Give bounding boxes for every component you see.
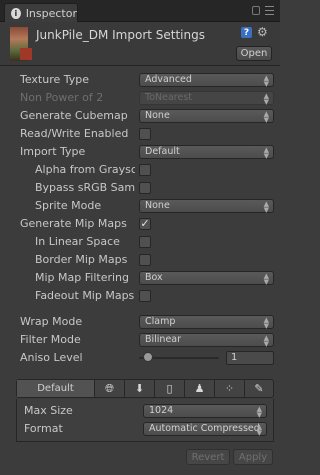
non-power-of-2-value: ToNearest: [145, 92, 192, 103]
read-write-checkbox[interactable]: [139, 128, 151, 140]
non-power-of-2-row: Non Power of 2 ToNearest ▲ ▼: [0, 89, 280, 107]
format-row: Format Automatic Compressed ▲ ▼: [17, 420, 275, 438]
fadeout-mip-maps-row: Fadeout Mip Maps: [0, 287, 280, 305]
updown-arrow-icon: ▲ ▼: [256, 423, 262, 437]
texture-type-dropdown[interactable]: Advanced ▲ ▼: [139, 73, 274, 88]
platform-tabs: Default 🌐︎ ⬇ ▯ ♟ ⁘ ✎: [16, 379, 274, 398]
format-dropdown[interactable]: Automatic Compressed ▲ ▼: [143, 422, 267, 437]
aniso-level-slider-thumb[interactable]: [143, 352, 153, 362]
inspector-tab[interactable]: i Inspector: [4, 3, 78, 22]
wrap-mode-value: Clamp: [145, 316, 176, 327]
texture-type-row: Texture Type Advanced ▲ ▼: [0, 71, 280, 89]
updown-arrow-icon: ▲ ▼: [263, 110, 269, 124]
inspector-tabbar: i Inspector: [0, 0, 280, 22]
generate-cubemap-row: Generate Cubemap None ▲ ▼: [0, 107, 280, 125]
import-type-row: Import Type Default ▲ ▼: [0, 143, 280, 161]
platform-settings-panel: Max Size 1024 ▲ ▼ Format Automatic Compre…: [16, 399, 274, 442]
aniso-level-label: Aniso Level: [20, 351, 83, 364]
sprite-mode-value: None: [145, 200, 170, 211]
format-value: Automatic Compressed: [149, 423, 260, 434]
generate-mip-maps-checkbox[interactable]: ✓: [139, 218, 151, 230]
mip-map-filtering-value: Box: [145, 272, 163, 283]
wrap-mode-row: Wrap Mode Clamp ▲ ▼: [0, 313, 280, 331]
phone-icon[interactable]: ▯: [155, 380, 185, 397]
max-size-dropdown[interactable]: 1024 ▲ ▼: [143, 404, 267, 419]
fadeout-mip-maps-label: Fadeout Mip Maps: [35, 289, 135, 302]
generate-cubemap-label: Generate Cubemap: [20, 109, 128, 122]
mip-map-filtering-dropdown[interactable]: Box ▲ ▼: [139, 271, 274, 286]
updown-arrow-icon: ▲ ▼: [263, 74, 269, 88]
import-settings-title: JunkPile_DM Import Settings: [36, 28, 205, 42]
max-size-label: Max Size: [24, 404, 73, 417]
max-size-value: 1024: [149, 405, 174, 416]
updown-arrow-icon: ▲ ▼: [256, 405, 262, 419]
menu-icon[interactable]: [265, 6, 274, 15]
android-icon[interactable]: ♟: [185, 380, 215, 397]
generate-cubemap-dropdown[interactable]: None ▲ ▼: [139, 109, 274, 124]
download-icon[interactable]: ⬇: [125, 380, 155, 397]
alpha-from-grayscale-checkbox[interactable]: [139, 164, 151, 176]
in-linear-space-checkbox[interactable]: [139, 236, 151, 248]
read-write-row: Read/Write Enabled: [0, 125, 280, 143]
filter-mode-dropdown[interactable]: Bilinear ▲ ▼: [139, 333, 274, 348]
tab-default[interactable]: Default: [17, 380, 95, 397]
filter-mode-row: Filter Mode Bilinear ▲ ▼: [0, 331, 280, 349]
in-linear-space-label: In Linear Space: [35, 235, 120, 248]
updown-arrow-icon: ▲ ▼: [263, 334, 269, 348]
import-type-dropdown[interactable]: Default ▲ ▼: [139, 145, 274, 160]
fadeout-mip-maps-checkbox[interactable]: [139, 290, 151, 302]
sprite-mode-dropdown[interactable]: None ▲ ▼: [139, 199, 274, 214]
non-power-of-2-dropdown: ToNearest ▲ ▼: [139, 91, 274, 106]
gear-icon[interactable]: ⚙: [257, 26, 269, 38]
import-type-label: Import Type: [20, 145, 86, 158]
help-icon[interactable]: ?: [241, 27, 252, 38]
inspector-tab-label: Inspector: [25, 6, 77, 20]
border-mip-maps-checkbox[interactable]: [139, 254, 151, 266]
texture-thumbnail-badge: [20, 48, 32, 60]
bypass-srgb-label: Bypass sRGB Sampling: [35, 181, 135, 194]
filter-mode-label: Filter Mode: [20, 333, 81, 346]
generate-mip-maps-row: Generate Mip Maps ✓: [0, 215, 280, 233]
border-mip-maps-row: Border Mip Maps: [0, 251, 280, 269]
sprite-mode-row: Sprite Mode None ▲ ▼: [0, 197, 280, 215]
updown-arrow-icon: ▲ ▼: [263, 200, 269, 214]
blackberry-icon[interactable]: ⁘: [215, 380, 245, 397]
max-size-row: Max Size 1024 ▲ ▼: [17, 402, 275, 420]
updown-arrow-icon: ▲ ▼: [263, 316, 269, 330]
globe-icon[interactable]: 🌐︎: [95, 380, 125, 397]
alpha-from-grayscale-label: Alpha from Grayscale: [35, 163, 135, 176]
wrap-mode-dropdown[interactable]: Clamp ▲ ▼: [139, 315, 274, 330]
brush-icon[interactable]: ✎: [245, 380, 273, 397]
open-button[interactable]: Open: [236, 46, 272, 61]
import-settings-header: JunkPile_DM Import Settings ? ⚙ Open: [0, 22, 280, 66]
bypass-srgb-row: Bypass sRGB Sampling: [0, 179, 280, 197]
filter-mode-value: Bilinear: [145, 334, 182, 345]
border-mip-maps-label: Border Mip Maps: [35, 253, 128, 266]
generate-mip-maps-label: Generate Mip Maps: [20, 217, 127, 230]
apply-button[interactable]: Apply: [233, 449, 273, 465]
mip-map-filtering-label: Mip Map Filtering: [35, 271, 129, 284]
aniso-level-input[interactable]: 1: [226, 351, 274, 365]
updown-arrow-icon: ▲ ▼: [263, 272, 269, 286]
format-label: Format: [24, 422, 63, 435]
aniso-level-row: Aniso Level 1: [0, 349, 280, 367]
info-icon: i: [11, 7, 21, 19]
in-linear-space-row: In Linear Space: [0, 233, 280, 251]
mip-map-filtering-row: Mip Map Filtering Box ▲ ▼: [0, 269, 280, 287]
generate-cubemap-value: None: [145, 110, 170, 121]
non-power-of-2-label: Non Power of 2: [20, 91, 104, 104]
alpha-from-grayscale-row: Alpha from Grayscale: [0, 161, 280, 179]
lock-icon[interactable]: [252, 6, 260, 15]
texture-type-value: Advanced: [145, 74, 192, 85]
updown-arrow-icon: ▲ ▼: [263, 92, 269, 106]
revert-button[interactable]: Revert: [186, 449, 230, 465]
sprite-mode-label: Sprite Mode: [35, 199, 102, 212]
import-type-value: Default: [145, 146, 180, 157]
texture-type-label: Texture Type: [20, 73, 90, 86]
read-write-label: Read/Write Enabled: [20, 127, 129, 140]
wrap-mode-label: Wrap Mode: [20, 315, 83, 328]
updown-arrow-icon: ▲ ▼: [263, 146, 269, 160]
bypass-srgb-checkbox[interactable]: [139, 182, 151, 194]
